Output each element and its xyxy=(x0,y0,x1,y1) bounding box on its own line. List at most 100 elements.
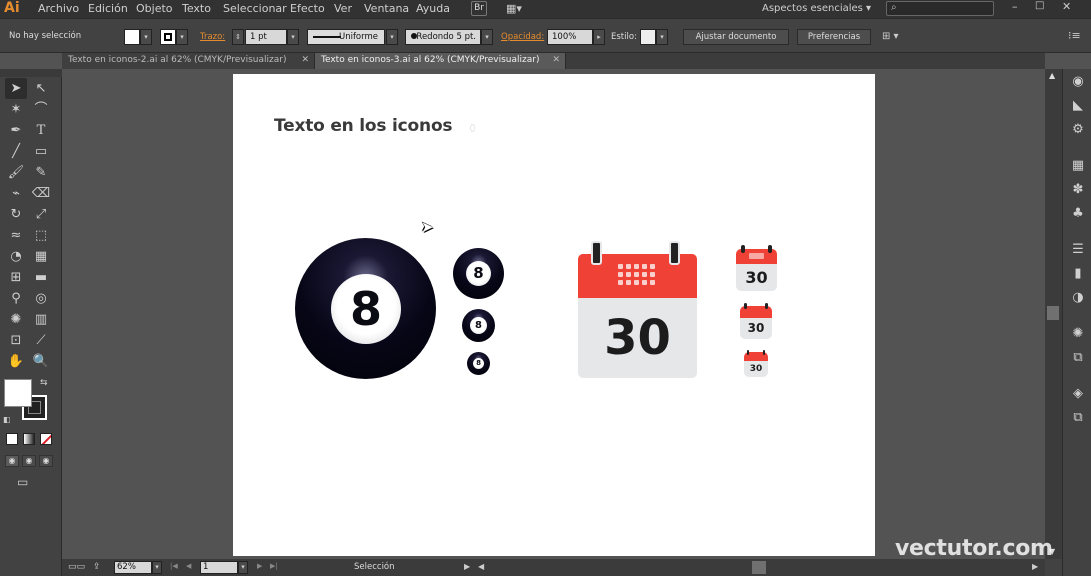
last-artboard-button[interactable]: ▶| xyxy=(270,562,278,570)
status-menu-arrow[interactable]: ▶ xyxy=(464,562,470,571)
eight-ball-icon-small[interactable]: 8 xyxy=(462,309,495,342)
eraser-tool-icon[interactable]: ⌫ xyxy=(30,183,52,204)
adjust-document-button[interactable]: Ajustar documento xyxy=(683,29,789,45)
preferences-button[interactable]: Preferencias xyxy=(797,29,871,45)
type-tool-icon[interactable]: T xyxy=(30,120,52,141)
artboards-panel-icon[interactable]: ⧉ xyxy=(1069,349,1087,367)
column-graph-tool-icon[interactable]: ▥ xyxy=(30,309,52,330)
draw-normal-icon[interactable]: ◉ xyxy=(5,455,19,467)
screen-mode-icon[interactable]: ▭ xyxy=(17,475,37,489)
shape-builder-tool-icon[interactable]: ◔ xyxy=(5,246,27,267)
share-icon[interactable]: ⇪ xyxy=(93,562,101,572)
eight-ball-icon-medium[interactable]: 8 xyxy=(453,248,504,299)
slice-tool-icon[interactable]: ⟋ xyxy=(30,330,52,351)
minimize-button[interactable]: – xyxy=(1012,0,1018,13)
calendar-icon-large[interactable]: 30 xyxy=(578,241,697,378)
opacity-dropdown[interactable]: ▸ xyxy=(593,29,605,45)
direct-selection-tool-icon[interactable]: ↖ xyxy=(30,78,52,99)
pen-tool-icon[interactable]: ✒ xyxy=(5,120,27,141)
artboard-navigation-icon[interactable]: ▭▭ xyxy=(68,562,85,572)
symbol-sprayer-tool-icon[interactable]: ✺ xyxy=(5,309,27,330)
magic-wand-tool-icon[interactable]: ✶ xyxy=(5,99,27,120)
transparency-panel-icon[interactable]: ◑ xyxy=(1069,289,1087,307)
eyedropper-tool-icon[interactable]: ⚲ xyxy=(5,288,27,309)
rotate-tool-icon[interactable]: ↻ xyxy=(5,204,27,225)
menu-ventana[interactable]: Ventana xyxy=(364,0,409,18)
opacity-label[interactable]: Opacidad: xyxy=(501,32,544,42)
menu-edicion[interactable]: Edición xyxy=(88,0,128,18)
zoom-field[interactable]: 62% xyxy=(114,561,152,574)
artboard-tool-icon[interactable]: ⊡ xyxy=(5,330,27,351)
workspace-switcher[interactable]: Aspectos esenciales ▾ xyxy=(762,0,871,18)
close-icon[interactable]: ✕ xyxy=(552,53,560,68)
stroke-weight-dropdown[interactable]: ▾ xyxy=(287,29,299,45)
menu-ayuda[interactable]: Ayuda xyxy=(416,0,450,18)
gradient-tool-icon[interactable]: ▬ xyxy=(30,267,52,288)
stroke-weight-field[interactable]: 1 pt xyxy=(245,29,287,45)
pencil-tool-icon[interactable]: ✎ xyxy=(30,162,52,183)
artboard[interactable]: Texto en los iconos 8 8 8 8 30 30 30 30 xyxy=(233,74,875,556)
scroll-right-icon[interactable]: ▶ xyxy=(1032,562,1038,571)
horizontal-scroll-thumb[interactable] xyxy=(752,561,766,574)
free-transform-tool-icon[interactable]: ⬚ xyxy=(30,225,52,246)
calendar-icon-medium[interactable]: 30 xyxy=(736,245,777,291)
color-mode-icon[interactable] xyxy=(6,433,18,445)
stroke-profile-field[interactable]: Uniforme xyxy=(307,29,385,45)
stroke-profile-dropdown[interactable]: ▾ xyxy=(386,29,398,45)
symbols-panel-icon[interactable]: ♣ xyxy=(1069,205,1087,223)
zoom-dropdown[interactable]: ▾ xyxy=(152,561,162,574)
draw-behind-icon[interactable]: ◉ xyxy=(22,455,36,467)
rectangle-tool-icon[interactable]: ▭ xyxy=(30,141,52,162)
stroke-label[interactable]: Trazo: xyxy=(200,32,225,42)
brushes-panel-icon[interactable]: ✽ xyxy=(1069,181,1087,199)
gradient-panel-icon[interactable]: ▮ xyxy=(1069,265,1087,283)
lasso-tool-icon[interactable]: ⌒ xyxy=(30,99,52,120)
bridge-button[interactable]: Br xyxy=(471,1,487,16)
brush-field[interactable]: Redondo 5 pt. xyxy=(405,29,481,45)
hand-tool-icon[interactable]: ✋ xyxy=(5,351,27,372)
fill-swatch[interactable] xyxy=(124,29,140,45)
warp-tool-icon[interactable]: ≈ xyxy=(5,225,27,246)
close-icon[interactable]: ✕ xyxy=(301,53,309,68)
artboard-number-field[interactable]: 1 xyxy=(200,561,238,574)
tab-document-2[interactable]: Texto en iconos-2.ai al 62% (CMYK/Previs… xyxy=(62,53,315,69)
artboard-dropdown[interactable]: ▾ xyxy=(238,561,248,574)
search-input[interactable]: ⌕ xyxy=(886,1,994,16)
calendar-icon-tiny[interactable]: 30 xyxy=(744,350,768,377)
vertical-scroll-thumb[interactable] xyxy=(1047,306,1059,320)
previous-artboard-button[interactable]: ◀ xyxy=(186,562,191,570)
maximize-button[interactable]: □ xyxy=(1035,0,1044,11)
next-artboard-button[interactable]: ▶ xyxy=(257,562,262,570)
menu-seleccionar[interactable]: Seleccionar xyxy=(223,0,287,18)
arrange-documents-icon[interactable]: ▦▾ xyxy=(506,2,530,16)
selection-tool-icon[interactable]: ➤ xyxy=(5,78,27,99)
zoom-tool-icon[interactable]: 🔍 xyxy=(30,351,52,372)
calendar-icon-small[interactable]: 30 xyxy=(740,303,772,339)
swatches-panel-icon[interactable]: ▦ xyxy=(1069,157,1087,175)
layers-panel-icon[interactable]: ◈ xyxy=(1069,385,1087,403)
appearance-panel-icon[interactable]: ⚙ xyxy=(1069,121,1087,139)
graphic-styles-panel-icon[interactable]: ✺ xyxy=(1069,325,1087,343)
gradient-mode-icon[interactable] xyxy=(23,433,35,445)
artboard-title-text[interactable]: Texto en los iconos xyxy=(274,116,453,136)
scale-tool-icon[interactable]: ⤢ xyxy=(30,204,52,225)
style-dropdown[interactable]: ▾ xyxy=(656,29,668,45)
color-panel-icon[interactable]: ◉ xyxy=(1069,73,1087,91)
first-artboard-button[interactable]: |◀ xyxy=(170,562,178,570)
scroll-up-icon[interactable]: ▲ xyxy=(1049,71,1055,80)
menu-archivo[interactable]: Archivo xyxy=(38,0,79,18)
draw-inside-icon[interactable]: ◉ xyxy=(39,455,53,467)
menu-ver[interactable]: Ver xyxy=(334,0,352,18)
stroke-swatch[interactable] xyxy=(160,29,176,45)
menu-texto[interactable]: Texto xyxy=(182,0,211,18)
vertical-scrollbar[interactable]: ▲ ▼ xyxy=(1045,69,1062,559)
swap-colors-icon[interactable]: ⇆ xyxy=(40,378,48,388)
opacity-field[interactable]: 100% xyxy=(547,29,593,45)
stroke-panel-icon[interactable]: ☰ xyxy=(1069,241,1087,259)
none-mode-icon[interactable] xyxy=(40,433,52,445)
brush-dropdown[interactable]: ▾ xyxy=(481,29,493,45)
close-window-button[interactable]: ✕ xyxy=(1062,0,1071,13)
line-tool-icon[interactable]: ╱ xyxy=(5,141,27,162)
fill-color-swatch[interactable] xyxy=(4,379,32,407)
menu-objeto[interactable]: Objeto xyxy=(136,0,173,18)
